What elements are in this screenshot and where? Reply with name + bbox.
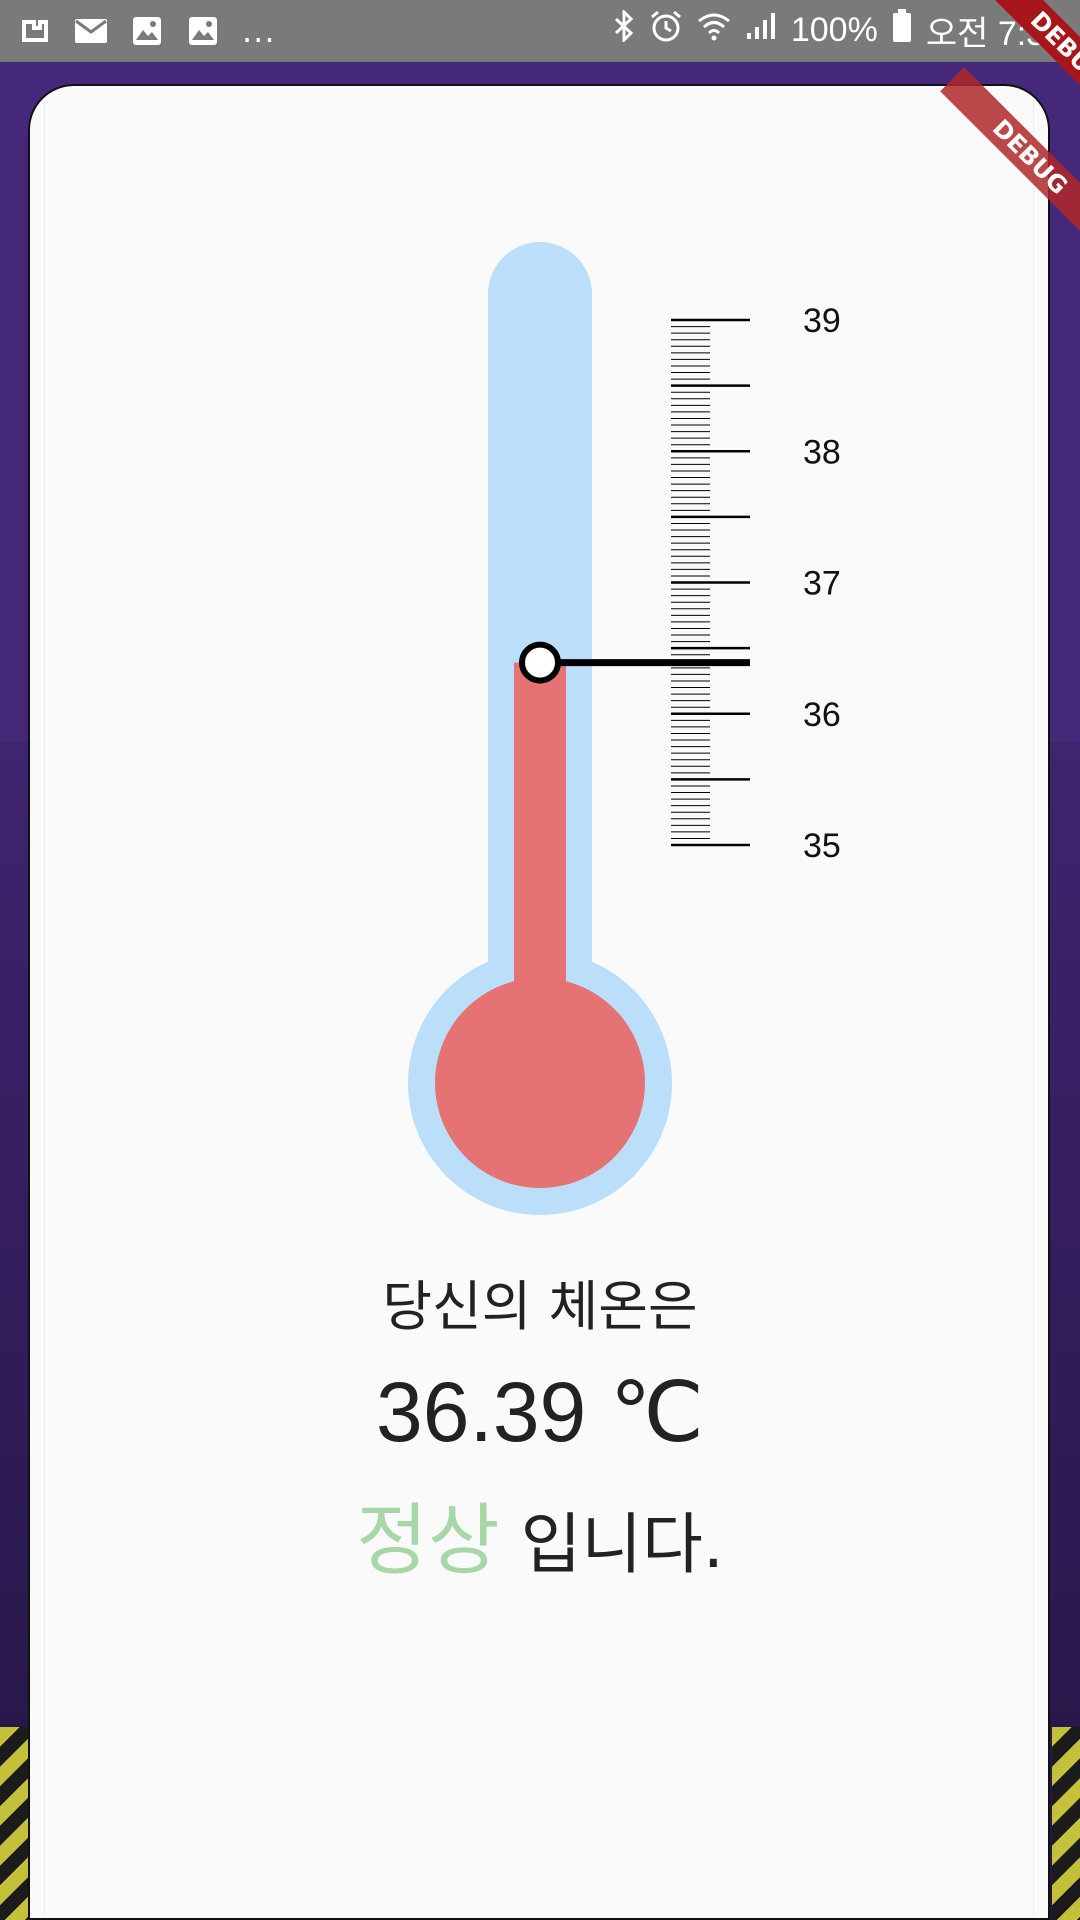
temperature-scale [671,318,750,847]
thermometer-graphic: 39 38 37 36 35 [408,242,841,1215]
mercury-bar [514,662,566,1024]
scale-label: 39 [803,302,841,340]
temperature-value: 36.39 ℃ [376,1365,704,1459]
scale-label: 37 [803,565,841,603]
marker-knob [519,641,561,684]
scale-label: 35 [803,827,841,865]
scale-labels: 39 38 37 36 35 [803,302,841,865]
status-line: 정상 입니다. [0,1478,1080,1590]
reading-marker [519,641,750,684]
scale-label: 36 [803,696,841,734]
status-suffix: 입니다. [499,1506,724,1583]
mercury-column [435,662,645,1188]
status-word: 정상 [356,1496,500,1586]
scale-label: 38 [803,433,841,471]
mercury-bulb [435,978,645,1188]
intro-text: 당신의 체온은 [382,1275,698,1338]
